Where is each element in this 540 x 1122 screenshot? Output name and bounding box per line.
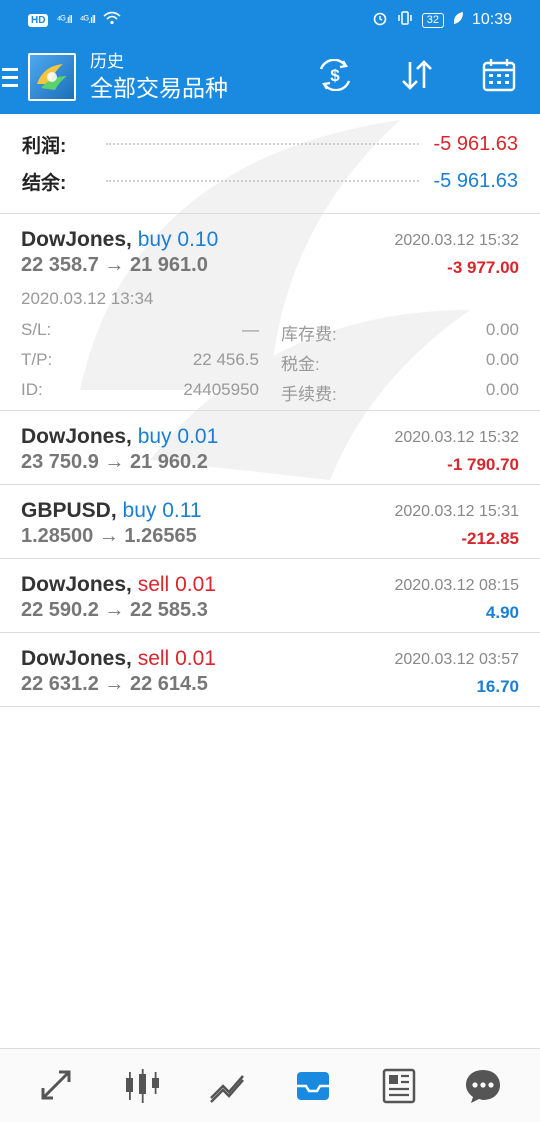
app-bar: HD ⁴ᴳ.ıll ⁴ᴳ.ıll 32 10:39 历史 全部交易品种 $ [0,0,540,114]
trade-close-time: 2020.03.12 15:32 [394,232,519,249]
trade-profit: -3 977.00 [447,258,519,277]
balance-row: 结余: -5 961.63 [22,166,518,196]
balance-label: 结余: [22,172,67,194]
tp-value: 22 456.5 [192,350,259,369]
trade-symbol: DowJones, [21,228,132,251]
page-title: 历史 [90,52,124,71]
hd-indicator: HD [28,13,49,27]
trade-volume: 0.11 [162,499,202,522]
leaf-icon [452,11,464,29]
signal-icon: ⁴ᴳ.ıll [56,14,72,26]
bottom-nav [0,1048,540,1122]
menu-icon[interactable] [2,67,24,87]
id-value: 24405950 [183,380,259,399]
trade-row[interactable]: DowJones, buy 0.10 22 358.7 → 21 961.0 2… [0,214,540,411]
trade-symbol: GBPUSD, [21,499,117,522]
trade-profit: -1 790.70 [447,455,519,474]
trade-profit: 16.70 [476,677,519,696]
swap-value: 0.00 [485,320,519,339]
swap-label: 库存费: [281,325,337,344]
dotted-leader [106,180,420,182]
trade-prices: 22 590.2 → 22 585.3 [21,599,208,621]
trade-prices: 22 631.2 → 22 614.5 [21,673,208,695]
trade-close-time: 2020.03.12 15:31 [394,503,519,520]
app-logo [28,53,76,101]
balance-value: -5 961.63 [433,169,518,192]
trade-row[interactable]: GBPUSD, buy 0.11 1.28500 → 1.26565 2020.… [0,485,540,559]
summary-panel: 利润: -5 961.63 结余: -5 961.63 [0,114,540,214]
trade-volume: 0.01 [175,573,216,596]
trade-prices: 22 358.7 → 21 961.0 [21,254,208,276]
svg-text:$: $ [330,66,340,85]
trade-volume: 0.10 [177,228,219,251]
history-icon[interactable] [283,1056,343,1116]
alarm-icon [372,10,388,30]
trade-side: sell [137,573,170,596]
dotted-leader [106,143,420,145]
trade-profit: -212.85 [461,529,519,548]
trade-side: buy [122,499,157,522]
trade-close-time: 2020.03.12 03:57 [394,651,519,668]
signal-icon: ⁴ᴳ.ıll [79,14,96,26]
trade-row[interactable]: DowJones, sell 0.01 22 631.2 → 22 614.5 … [0,633,540,707]
trade-close-time: 2020.03.12 15:32 [394,429,519,446]
calendar-icon[interactable] [480,56,518,94]
chat-icon[interactable] [453,1056,513,1116]
sl-value: — [242,320,259,339]
trade-side: sell [137,647,170,670]
tax-label: 税金: [281,355,320,374]
trade-symbol: DowJones, [21,573,132,596]
toolbar: 历史 全部交易品种 $ [0,40,540,114]
commission-value: 0.00 [485,380,519,399]
quotes-icon[interactable] [27,1056,87,1116]
chart-icon[interactable] [112,1056,172,1116]
profit-row: 利润: -5 961.63 [22,129,518,159]
symbol-filter: 全部交易品种 [90,75,228,101]
clock: 10:39 [471,11,512,28]
trade-profit: 4.90 [485,603,519,622]
status-bar: HD ⁴ᴳ.ıll ⁴ᴳ.ıll 32 10:39 [0,0,540,40]
trade-prices: 1.28500 → 1.26565 [21,525,197,547]
trade-icon[interactable] [197,1056,257,1116]
trade-volume: 0.01 [177,425,219,448]
commission-label: 手续费: [281,385,337,404]
trade-row[interactable]: DowJones, sell 0.01 22 590.2 → 22 585.3 … [0,559,540,633]
trade-symbol: DowJones, [21,647,132,670]
id-label: ID: [21,380,43,399]
profit-label: 利润: [22,135,67,157]
trade-row[interactable]: DowJones, buy 0.01 23 750.9 → 21 960.2 2… [0,411,540,485]
currency-exchange-icon[interactable]: $ [316,56,354,94]
tp-label: T/P: [21,350,53,369]
battery-indicator: 32 [421,12,444,28]
wifi-icon [103,11,121,29]
trade-symbol: DowJones, [21,425,132,448]
news-icon[interactable] [368,1056,428,1116]
title-block[interactable]: 历史 全部交易品种 [90,51,228,103]
profit-value: -5 961.63 [433,132,518,155]
vibrate-icon [396,10,414,30]
sl-label: S/L: [21,320,52,339]
trade-prices: 23 750.9 → 21 960.2 [21,451,208,473]
tax-value: 0.00 [485,350,519,369]
trade-side: buy [137,228,172,251]
trade-close-time: 2020.03.12 08:15 [394,577,519,594]
trade-volume: 0.01 [175,647,216,670]
sort-icon[interactable] [398,56,436,94]
trade-side: buy [137,425,172,448]
trade-open-time: 2020.03.12 13:34 [21,289,154,308]
